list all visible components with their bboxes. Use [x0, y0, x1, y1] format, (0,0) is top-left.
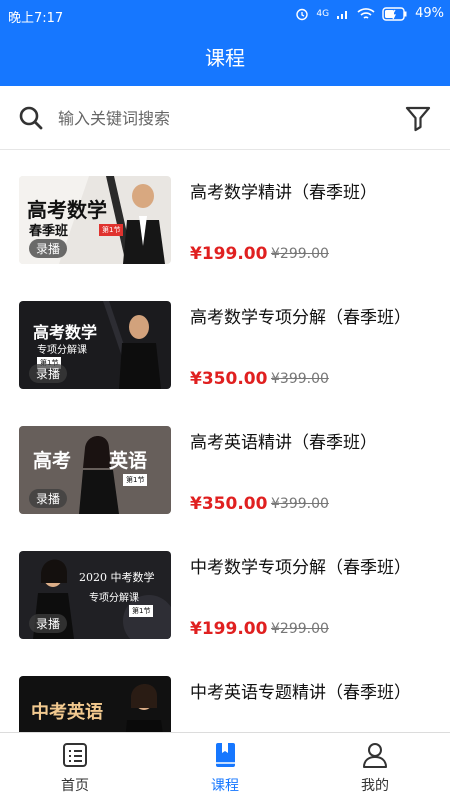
thumbnail-title: 高考数学	[27, 198, 107, 222]
thumbnail-title: 中考英语	[31, 702, 103, 723]
thumbnail-subtitle: 专项分解课	[89, 593, 139, 604]
course-thumbnail: 高考 英语 第1节 录播	[19, 426, 171, 514]
recorded-tag: 录播	[29, 489, 68, 508]
course-original-price: ¥299.00	[271, 621, 329, 637]
course-title: 中考数学专项分解（春季班）	[190, 558, 411, 578]
thumbnail-badge: 第1节	[123, 474, 148, 486]
course-original-price: ¥299.00	[271, 246, 329, 262]
thumbnail-title: 高考	[33, 450, 72, 472]
bottom-tab-bar: 首页 课程 我的	[0, 732, 450, 800]
course-item[interactable]: 高考 英语 第1节 录播 高考英语精讲（春季班） ¥350.00 ¥399.00	[0, 400, 450, 514]
status-bar: 晚上7:17 4G 49%	[0, 0, 450, 30]
wifi-icon	[357, 7, 375, 19]
book-icon	[216, 743, 235, 767]
recorded-tag: 录播	[29, 239, 68, 258]
status-icons: 4G 49%	[295, 6, 444, 21]
course-thumbnail: 高考数学 专项分解课 第1节 录播	[19, 301, 171, 389]
course-price: ¥350.00	[190, 494, 268, 514]
recorded-tag: 录播	[29, 614, 68, 633]
course-price: ¥199.00	[190, 244, 268, 264]
thumbnail-badge: 第1节	[129, 605, 154, 617]
course-title: 高考数学专项分解（春季班）	[190, 308, 411, 328]
course-price: ¥199.00	[190, 619, 268, 639]
thumbnail-subtitle: 春季班	[29, 224, 69, 239]
battery-icon	[382, 6, 407, 21]
course-thumbnail: 高考数学 春季班 第1节 录播	[19, 176, 171, 264]
course-thumbnail: 中考英语	[19, 676, 171, 732]
home-list-icon	[63, 743, 87, 767]
course-original-price: ¥399.00	[271, 496, 329, 512]
tab-courses[interactable]: 课程	[150, 733, 300, 800]
course-title: 高考数学精讲（春季班）	[190, 183, 377, 203]
page-title: 课程	[0, 30, 450, 86]
course-title: 中考英语专题精讲（春季班）	[190, 683, 411, 703]
tab-label: 首页	[61, 778, 89, 794]
tab-home[interactable]: 首页	[0, 733, 150, 800]
course-item[interactable]: 高考数学 春季班 第1节 录播 高考数学精讲（春季班） ¥199.00 ¥299…	[0, 150, 450, 264]
tab-label: 我的	[361, 778, 389, 794]
course-original-price: ¥399.00	[271, 371, 329, 387]
battery-percent: 49%	[415, 6, 444, 21]
course-item[interactable]: 中考英语 中考英语专题精讲（春季班）	[0, 650, 450, 732]
thumbnail-title: 2020 中考数学	[79, 571, 155, 584]
alarm-icon	[296, 8, 309, 20]
course-item[interactable]: 高考数学 专项分解课 第1节 录播 高考数学专项分解（春季班） ¥350.00 …	[0, 275, 450, 389]
network-label: 4G	[316, 8, 330, 19]
search-bar	[0, 86, 450, 150]
course-price: ¥350.00	[190, 369, 268, 389]
search-icon[interactable]	[18, 105, 44, 131]
tab-profile[interactable]: 我的	[300, 733, 450, 800]
course-item[interactable]: 2020 中考数学 专项分解课 第1节 录播 中考数学专项分解（春季班） ¥19…	[0, 525, 450, 639]
status-time: 晚上7:17	[8, 11, 64, 26]
course-title: 高考英语精讲（春季班）	[190, 433, 377, 453]
tab-label: 课程	[211, 778, 239, 794]
signal-icon	[337, 10, 348, 19]
thumbnail-subtitle: 专项分解课	[37, 345, 87, 356]
filter-icon[interactable]	[404, 104, 432, 132]
thumbnail-title-2: 英语	[109, 450, 148, 472]
course-list: 高考数学 春季班 第1节 录播 高考数学精讲（春季班） ¥199.00 ¥299…	[0, 150, 450, 732]
person-icon	[363, 743, 387, 768]
recorded-tag: 录播	[29, 364, 68, 383]
search-input[interactable]	[58, 100, 378, 136]
course-thumbnail: 2020 中考数学 专项分解课 第1节 录播	[19, 551, 171, 639]
thumbnail-badge: 第1节	[99, 224, 124, 236]
thumbnail-title: 高考数学	[33, 323, 98, 342]
